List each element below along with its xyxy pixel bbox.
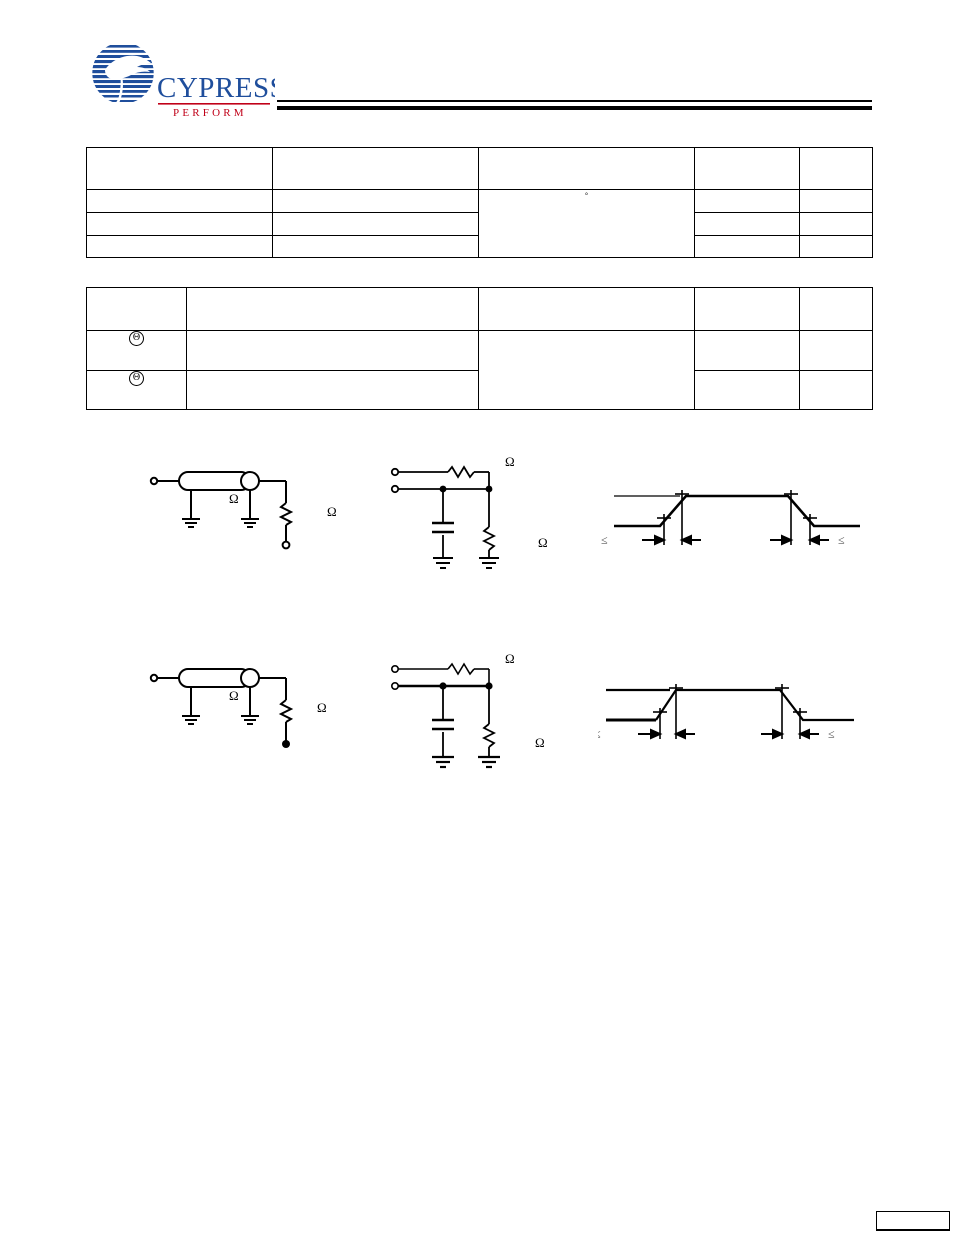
terminal-dot (282, 740, 290, 748)
table-row (86, 287, 873, 331)
table-row (86, 147, 873, 190)
cell (799, 287, 873, 331)
cell (694, 330, 800, 371)
ohm-label: Ω (229, 491, 239, 506)
ohm-label: Ω (229, 688, 239, 703)
page-number-box (876, 1211, 950, 1231)
cell (799, 147, 873, 190)
ac-test-input-waveform-1: ≤ ≤ (598, 478, 866, 563)
cell (478, 147, 695, 190)
cell-symbol: Θ (86, 370, 187, 410)
theta-icon: Θ (129, 331, 144, 346)
le-symbol-right: ≤ (838, 533, 845, 547)
table-row: ° (86, 189, 873, 258)
cell (799, 235, 873, 258)
cell (186, 330, 479, 371)
merged-note-cell: ° (478, 189, 695, 258)
logo-underline (158, 103, 270, 105)
cell (799, 189, 873, 213)
globe-icon (91, 41, 155, 105)
ac-test-input-waveform-2: ≤ ≤ (594, 672, 866, 757)
cell (799, 370, 873, 410)
ohm-label: Ω (327, 504, 337, 519)
fall-time-arrow (770, 534, 794, 546)
cell (799, 212, 873, 236)
header-rule-top (277, 100, 872, 102)
ohm-label: Ω (538, 535, 548, 550)
hold-arrow-right (807, 534, 829, 546)
ohm-label: Ω (535, 735, 545, 750)
cell (86, 212, 273, 236)
hold-arrow-right (797, 728, 819, 740)
cell (694, 370, 800, 410)
hold-arrow-left (679, 534, 701, 546)
datasheet-page: CYPRESS PERFORM ° Θ Θ Ω Ω Ω Ω ≤ ≤ Ω Ω Ω … (0, 0, 954, 1235)
cell (272, 147, 479, 190)
cell (694, 235, 800, 258)
ohm-label: Ω (317, 700, 327, 715)
cell (799, 330, 873, 371)
cell-symbol: Θ (86, 330, 187, 371)
ohm-label: Ω (505, 651, 515, 666)
cell (694, 189, 800, 213)
theta-icon: Θ (129, 371, 144, 386)
degree-symbol: ° (584, 191, 589, 200)
logo-tagline: PERFORM (173, 107, 247, 119)
le-symbol-left: ≤ (598, 727, 601, 741)
rise-time-arrow (638, 728, 663, 740)
cell (86, 235, 273, 258)
rise-time-arrow (642, 534, 667, 546)
cypress-logo: CYPRESS PERFORM (85, 40, 275, 128)
logo-wordmark: CYPRESS (157, 72, 275, 104)
ac-test-load-transmission-line-2: Ω Ω (145, 652, 360, 772)
ohm-label: Ω (505, 454, 515, 469)
cell (86, 189, 273, 213)
cell (272, 189, 479, 213)
ac-test-load-equivalent-1: Ω Ω (388, 454, 568, 590)
cell-symbol (86, 287, 187, 331)
ac-test-load-transmission-line-1: Ω Ω (145, 455, 360, 565)
ac-test-load-equivalent-2: Ω Ω (388, 651, 568, 792)
cell (694, 212, 800, 236)
cell (478, 287, 695, 331)
signal-trace (614, 494, 860, 528)
hold-arrow-left (673, 728, 695, 740)
cell (186, 370, 479, 410)
capacitance-table: Θ Θ (86, 287, 873, 410)
header-rule-bottom (277, 106, 872, 110)
signal-trace (655, 688, 854, 722)
cell (186, 287, 479, 331)
fall-time-arrow (761, 728, 785, 740)
le-symbol-right: ≤ (828, 727, 835, 741)
table-row: Θ (86, 330, 873, 410)
cell (272, 235, 479, 258)
cell (694, 287, 800, 331)
thermal-resistance-table: ° (86, 147, 873, 258)
le-symbol-left: ≤ (601, 533, 608, 547)
merged-cell (478, 330, 695, 410)
cell (694, 147, 800, 190)
cell (86, 147, 273, 190)
cell (272, 212, 479, 236)
